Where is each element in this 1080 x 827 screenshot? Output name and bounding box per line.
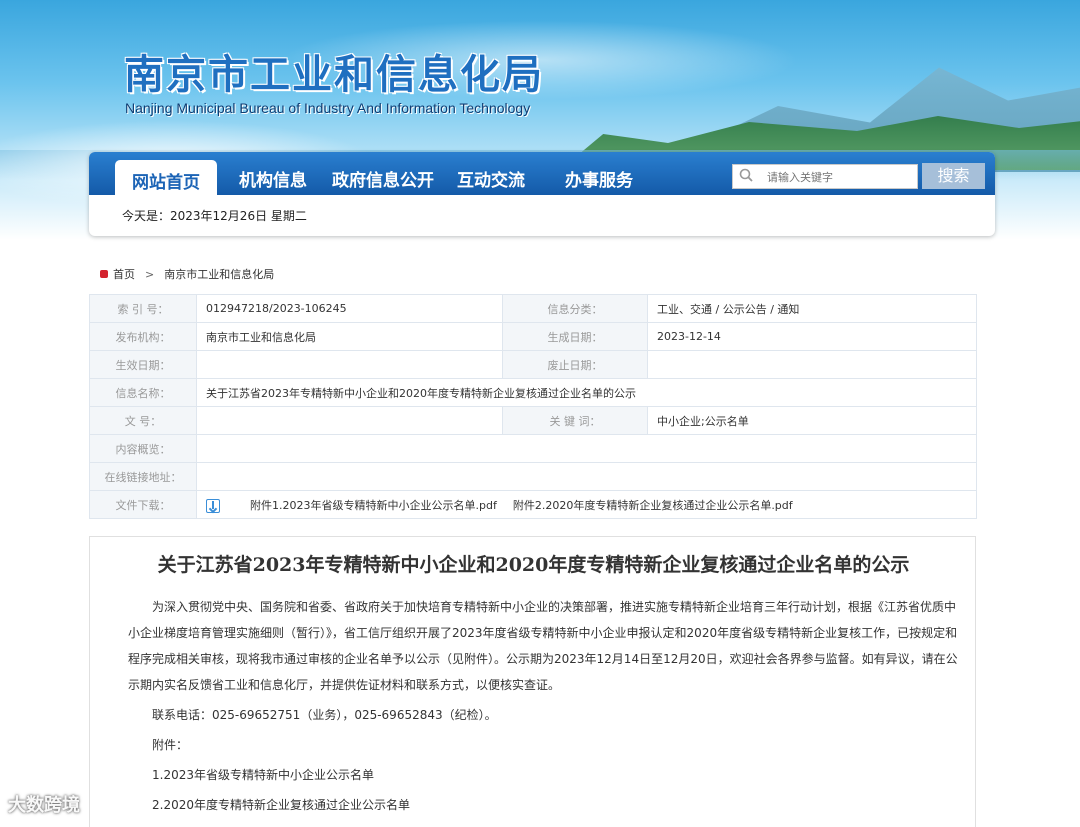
article-contact: 联系电话：025-69652751（业务），025-69652843（纪检）。 [152, 708, 497, 722]
attachment-1-link[interactable]: 附件1.2023年省级专精特新中小企业公示名单.pdf [250, 499, 497, 512]
keywords-label: 关 键 词： [502, 406, 648, 435]
article: 关于江苏省2023年专精特新中小企业和2020年度专精特新企业复核通过企业名单的… [89, 536, 976, 827]
watermark: 大数跨境 [8, 795, 80, 816]
article-attachments-heading: 附件： [152, 738, 189, 752]
article-paragraph: 为深入贯彻党中央、国务院和省委、省政府关于加快培育专精特新中小企业的决策部署，推… [128, 600, 958, 692]
category-label: 信息分类： [502, 294, 648, 323]
search-box [732, 164, 918, 189]
site-subtitle: Nanjing Municipal Bureau of Industry And… [125, 100, 531, 116]
info-table: 索 引 号： 012947218/2023-106245 信息分类： 工业、交通… [89, 294, 977, 519]
attachment-2-link[interactable]: 附件2.2020年度专精特新企业复核通过企业公示名单.pdf [513, 499, 793, 512]
nav-gov-info[interactable]: 政府信息公开 [332, 166, 434, 191]
content-value [196, 434, 977, 463]
category-value: 工业、交通 / 公示公告 / 通知 [647, 294, 977, 323]
created-value: 2023-12-14 [647, 322, 977, 351]
download-label: 文件下载： [89, 490, 197, 519]
effective-label: 生效日期： [89, 350, 197, 379]
table-row: 索 引 号： 012947218/2023-106245 信息分类： 工业、交通… [89, 294, 977, 323]
index-label: 索 引 号： [89, 294, 197, 323]
site-title: 南京市工业和信息化局 [124, 51, 544, 98]
table-row: 信息名称： 关于江苏省2023年专精特新中小企业和2020年度专精特新企业复核通… [89, 378, 977, 407]
article-attachment-2: 2.2020年度专精特新企业复核通过企业公示名单 [152, 798, 410, 812]
docno-value [196, 406, 503, 435]
search-icon [739, 168, 753, 182]
table-row: 发布机构： 南京市工业和信息化局 生成日期： 2023-12-14 [89, 322, 977, 351]
nav-container: 网站首页 机构信息 政府信息公开 互动交流 办事服务 搜索 今天是：2023年1… [89, 152, 995, 236]
breadcrumb: 首页 > 南京市工业和信息化局 [100, 266, 274, 282]
name-value: 关于江苏省2023年专精特新中小企业和2020年度专精特新企业复核通过企业名单的… [196, 378, 977, 407]
index-value: 012947218/2023-106245 [196, 294, 503, 323]
publisher-label: 发布机构： [89, 322, 197, 351]
effective-value [196, 350, 503, 379]
docno-label: 文 号： [89, 406, 197, 435]
article-attachment-1: 1.2023年省级专精特新中小企业公示名单 [152, 768, 374, 782]
content-label: 内容概览： [89, 434, 197, 463]
abolished-label: 废止日期： [502, 350, 648, 379]
nav-organization[interactable]: 机构信息 [239, 166, 307, 191]
table-row: 文件下载： 附件1.2023年省级专精特新中小企业公示名单.pdf 附件2.202… [89, 490, 977, 519]
table-row: 内容概览： [89, 434, 977, 463]
link-value [196, 462, 977, 491]
nav-interaction[interactable]: 互动交流 [457, 166, 525, 191]
keywords-value: 中小企业;公示名单 [647, 406, 977, 435]
table-row: 生效日期： 废止日期： [89, 350, 977, 379]
search-input[interactable] [767, 168, 915, 186]
nav-home[interactable]: 网站首页 [115, 160, 217, 195]
download-icon [206, 498, 220, 513]
name-label: 信息名称： [89, 378, 197, 407]
breadcrumb-separator: > [145, 268, 155, 281]
breadcrumb-current[interactable]: 南京市工业和信息化局 [164, 268, 274, 281]
publisher-value: 南京市工业和信息化局 [196, 322, 503, 351]
created-label: 生成日期： [502, 322, 648, 351]
article-body: 为深入贯彻党中央、国务院和省委、省政府关于加快培育专精特新中小企业的决策部署，推… [128, 594, 958, 822]
link-label: 在线链接地址： [89, 462, 197, 491]
nav-services[interactable]: 办事服务 [565, 166, 633, 191]
table-row: 文 号： 关 键 词： 中小企业;公示名单 [89, 406, 977, 435]
table-row: 在线链接地址： [89, 462, 977, 491]
main-nav: 网站首页 机构信息 政府信息公开 互动交流 办事服务 搜索 [89, 152, 995, 195]
breadcrumb-home[interactable]: 首页 [113, 268, 135, 281]
search-button[interactable]: 搜索 [922, 163, 985, 189]
download-cell: 附件1.2023年省级专精特新中小企业公示名单.pdf 附件2.2020年度专精特… [196, 490, 977, 519]
today-date: 今天是：2023年12月26日 星期二 [122, 209, 307, 223]
article-title: 关于江苏省2023年专精特新中小企业和2020年度专精特新企业复核通过企业名单的… [157, 554, 910, 576]
home-icon [100, 270, 108, 278]
abolished-value [647, 350, 977, 379]
